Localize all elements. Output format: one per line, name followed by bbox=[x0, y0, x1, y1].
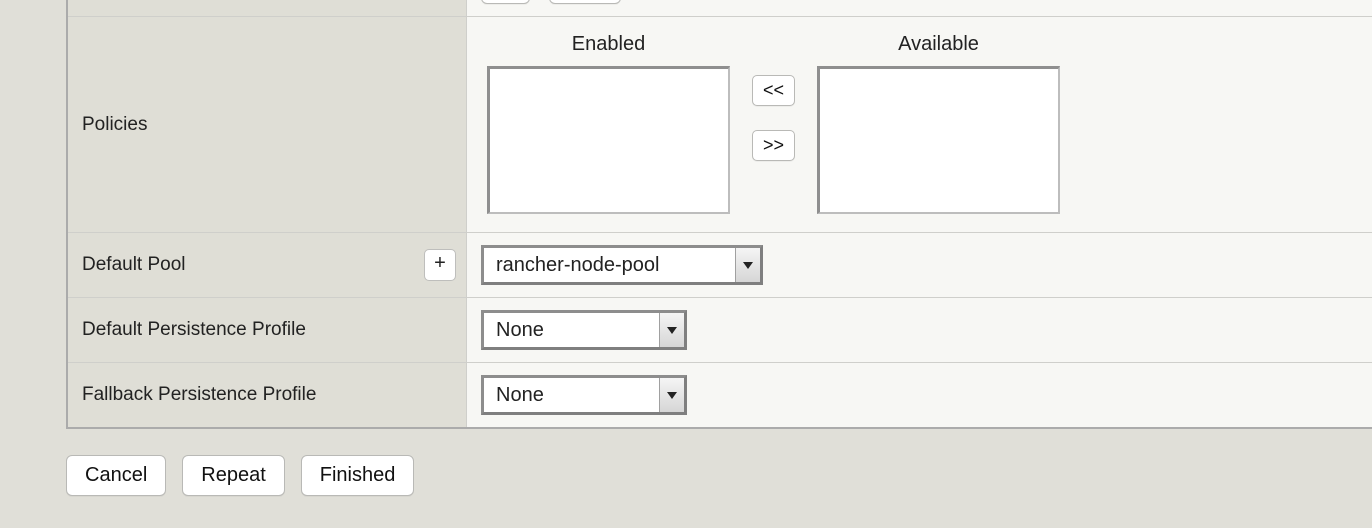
properties-table: Up Down Policies Enabled << >> Available… bbox=[66, 0, 1372, 429]
reorder-label-cell bbox=[67, 0, 467, 17]
row-default-persistence: Default Persistence Profile None bbox=[67, 298, 1372, 363]
finished-button[interactable]: Finished bbox=[301, 455, 415, 496]
policies-label: Policies bbox=[67, 17, 467, 233]
default-pool-field: rancher-node-pool bbox=[467, 233, 1372, 298]
policies-enabled-title: Enabled bbox=[572, 33, 645, 56]
reorder-field: Up Down bbox=[467, 0, 1372, 17]
fallback-persistence-field: None bbox=[467, 363, 1372, 429]
default-pool-select-value: rancher-node-pool bbox=[484, 254, 735, 277]
policies-field: Enabled << >> Available bbox=[467, 17, 1372, 233]
footer-buttons: Cancel Repeat Finished bbox=[66, 455, 414, 496]
default-pool-label: Default Pool + bbox=[67, 233, 467, 298]
default-persistence-field: None bbox=[467, 298, 1372, 363]
policies-available-col: Available bbox=[817, 33, 1060, 214]
row-default-pool: Default Pool + rancher-node-pool bbox=[67, 233, 1372, 298]
fallback-persistence-select-value: None bbox=[484, 384, 659, 407]
default-pool-label-text: Default Pool bbox=[82, 254, 186, 275]
down-button[interactable]: Down bbox=[549, 0, 621, 4]
cancel-button[interactable]: Cancel bbox=[66, 455, 166, 496]
row-policies: Policies Enabled << >> Available bbox=[67, 17, 1372, 233]
dropdown-arrow-icon bbox=[659, 378, 684, 412]
fallback-persistence-label: Fallback Persistence Profile bbox=[67, 363, 467, 429]
policies-available-listbox[interactable] bbox=[817, 66, 1060, 214]
up-button[interactable]: Up bbox=[481, 0, 530, 4]
move-left-button[interactable]: << bbox=[752, 75, 795, 106]
add-pool-button[interactable]: + bbox=[424, 249, 456, 281]
policies-enabled-col: Enabled bbox=[487, 33, 730, 214]
default-pool-select[interactable]: rancher-node-pool bbox=[481, 245, 763, 285]
policies-move-buttons: << >> bbox=[752, 75, 795, 161]
move-right-button[interactable]: >> bbox=[752, 130, 795, 161]
policies-enabled-listbox[interactable] bbox=[487, 66, 730, 214]
dropdown-arrow-icon bbox=[659, 313, 684, 347]
default-persistence-select[interactable]: None bbox=[481, 310, 687, 350]
row-reorder: Up Down bbox=[67, 0, 1372, 17]
dropdown-arrow-icon bbox=[735, 248, 760, 282]
policies-dual-list: Enabled << >> Available bbox=[481, 29, 1358, 220]
row-fallback-persistence: Fallback Persistence Profile None bbox=[67, 363, 1372, 429]
policies-available-title: Available bbox=[898, 33, 979, 56]
fallback-persistence-select[interactable]: None bbox=[481, 375, 687, 415]
form-panel: Up Down Policies Enabled << >> Available… bbox=[66, 0, 1372, 429]
repeat-button[interactable]: Repeat bbox=[182, 455, 285, 496]
default-persistence-select-value: None bbox=[484, 319, 659, 342]
default-persistence-label: Default Persistence Profile bbox=[67, 298, 467, 363]
